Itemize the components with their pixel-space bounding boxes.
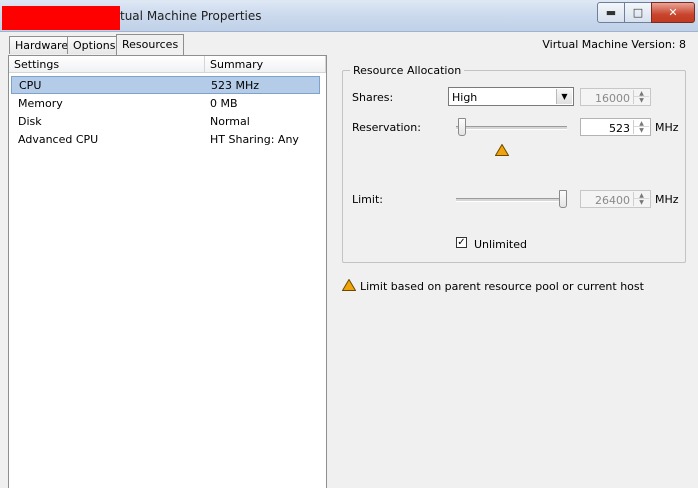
limit-unit: MHz: [655, 193, 679, 206]
tab-resources[interactable]: Resources: [116, 34, 185, 55]
group-title: Resource Allocation: [350, 64, 465, 77]
limit-spin-buttons[interactable]: ▲ ▼: [633, 192, 649, 206]
reservation-unit: MHz: [655, 121, 679, 134]
close-button[interactable]: ✕: [651, 2, 695, 23]
spin-down-icon[interactable]: ▼: [634, 97, 649, 104]
redacted-title-block: [2, 6, 120, 30]
maximize-button[interactable]: □: [624, 2, 652, 23]
column-header-summary[interactable]: Summary: [205, 56, 326, 73]
maximize-icon: □: [632, 6, 644, 19]
minimize-button[interactable]: ▬: [597, 2, 625, 23]
table-row-advanced-cpu[interactable]: Advanced CPU HT Sharing: Any: [9, 130, 326, 148]
shares-label: Shares:: [352, 91, 394, 104]
shares-dropdown[interactable]: High ▼: [448, 87, 574, 106]
reservation-spin-buttons[interactable]: ▲ ▼: [633, 120, 649, 134]
shares-selected-value: High: [452, 91, 478, 104]
spin-up-icon[interactable]: ▲: [634, 120, 649, 127]
row-summary: 0 MB: [210, 97, 238, 110]
limit-value-spinner[interactable]: 26400 ▲ ▼: [580, 190, 651, 208]
minimize-icon: ▬: [605, 6, 617, 19]
warning-icon: [342, 279, 356, 291]
limit-label: Limit:: [352, 193, 383, 206]
checkmark-icon: ✓: [457, 237, 466, 248]
close-icon: ✕: [668, 6, 678, 19]
row-setting: Memory: [18, 97, 63, 110]
vm-version-label: Virtual Machine Version: 8: [542, 38, 686, 51]
reservation-slider-track[interactable]: [456, 126, 567, 130]
row-setting: Advanced CPU: [18, 133, 99, 146]
limit-slider-thumb[interactable]: [559, 190, 567, 208]
row-setting: Disk: [18, 115, 42, 128]
tab-options[interactable]: Options: [67, 36, 122, 54]
spin-down-icon[interactable]: ▼: [634, 199, 649, 206]
reservation-label: Reservation:: [352, 121, 421, 134]
row-summary: Normal: [210, 115, 250, 128]
reservation-value-spinner[interactable]: 523 ▲ ▼: [580, 118, 651, 136]
unlimited-checkbox[interactable]: ✓: [456, 237, 467, 248]
shares-spin-buttons[interactable]: ▲ ▼: [633, 90, 649, 104]
row-setting: CPU: [19, 79, 42, 92]
limit-slider-track[interactable]: [456, 198, 567, 202]
settings-list[interactable]: Settings Summary CPU 523 MHz Memory 0 MB…: [8, 55, 327, 488]
shares-value: 16000: [595, 92, 630, 105]
chevron-down-icon[interactable]: ▼: [556, 89, 572, 104]
table-row-disk[interactable]: Disk Normal: [9, 112, 326, 130]
reservation-slider-thumb[interactable]: [458, 118, 467, 136]
row-summary: 523 MHz: [211, 79, 260, 92]
window-title: tual Machine Properties: [120, 9, 262, 23]
reservation-value: 523: [609, 122, 630, 135]
limit-value: 26400: [595, 194, 630, 207]
row-summary: HT Sharing: Any: [210, 133, 299, 146]
tab-hardware[interactable]: Hardware: [9, 36, 75, 54]
unlimited-label[interactable]: Unlimited: [474, 238, 527, 251]
column-header-settings[interactable]: Settings: [9, 56, 205, 73]
limit-note: Limit based on parent resource pool or c…: [360, 280, 644, 293]
spin-down-icon[interactable]: ▼: [634, 127, 649, 134]
table-row-memory[interactable]: Memory 0 MB: [9, 94, 326, 112]
spin-up-icon[interactable]: ▲: [634, 192, 649, 199]
table-row-cpu[interactable]: CPU 523 MHz: [11, 76, 320, 94]
warning-icon: [495, 144, 509, 156]
shares-value-spinner[interactable]: 16000 ▲ ▼: [580, 88, 651, 106]
spin-up-icon[interactable]: ▲: [634, 90, 649, 97]
